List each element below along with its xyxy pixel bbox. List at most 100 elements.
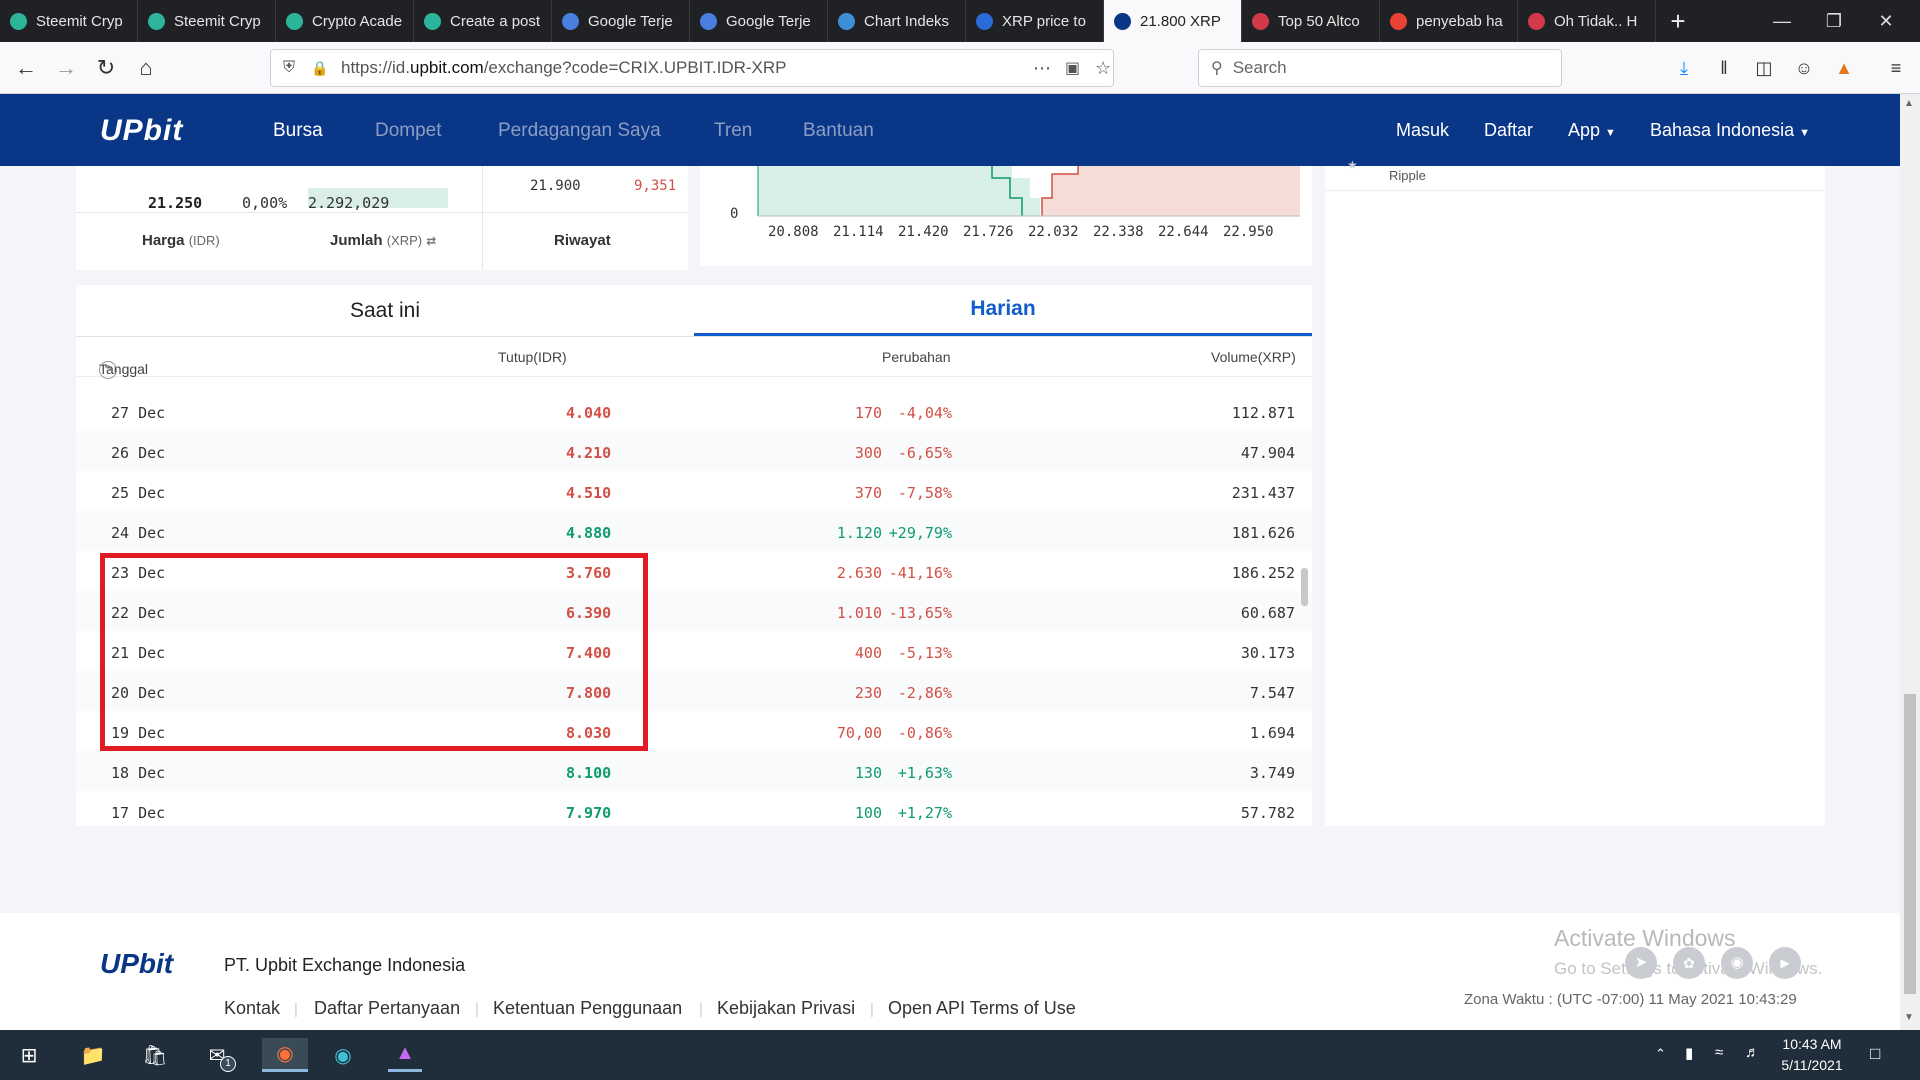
volume-icon[interactable]: ♬ xyxy=(1745,1044,1760,1061)
footer-link-api-terms[interactable]: Open API Terms of Use xyxy=(888,998,1076,1019)
help-icon[interactable]: ? xyxy=(99,361,117,379)
footer-link-faq[interactable]: Daftar Pertanyaan xyxy=(314,998,460,1019)
clock-date[interactable]: 5/11/2021 xyxy=(1772,1057,1852,1073)
browser-tab[interactable]: Steemit Cryp xyxy=(138,0,276,42)
browser-tab[interactable]: Top 50 Altco xyxy=(1242,0,1380,42)
menu-bantuan[interactable]: Bantuan xyxy=(803,120,874,142)
tab-favicon-icon xyxy=(700,12,717,30)
bid-area xyxy=(758,166,1040,216)
row-change-abs: 300 xyxy=(854,444,882,462)
browser-tab[interactable]: penyebab ha xyxy=(1380,0,1518,42)
browser-tab[interactable]: Steemit Cryp xyxy=(0,0,138,42)
twitter-icon[interactable]: ✿ xyxy=(1673,947,1705,979)
hamburger-menu-icon[interactable]: ≡ xyxy=(1882,54,1910,82)
browser-tab[interactable]: XRP price to xyxy=(966,0,1104,42)
pocket-icon[interactable]: ▣ xyxy=(1065,58,1080,78)
footer-link-privacy[interactable]: Kebijakan Privasi xyxy=(717,998,855,1019)
url-bar[interactable]: ⛨ 🔒 https://id.upbit.com/exchange?code=C… xyxy=(270,49,1114,87)
telegram-icon[interactable]: ➤ xyxy=(1625,947,1657,979)
edge-icon[interactable]: ◉ xyxy=(326,1038,360,1072)
menu-bursa[interactable]: Bursa xyxy=(273,120,323,142)
menu-perdagangan-saya[interactable]: Perdagangan Saya xyxy=(498,120,661,142)
tab-daily[interactable]: Harian xyxy=(694,285,1312,336)
bookmark-star-icon[interactable]: ☆ xyxy=(1095,58,1111,79)
more-dots-icon[interactable]: ⋯ xyxy=(1033,58,1051,79)
login-link[interactable]: Masuk xyxy=(1396,120,1449,141)
url-path: /exchange?code=CRIX.UPBIT.IDR-XRP xyxy=(483,58,787,77)
search-input[interactable]: ⚲ Search xyxy=(1198,49,1562,87)
ask-price: 21.900 xyxy=(530,178,581,194)
row-date: 24 Dec xyxy=(111,524,166,542)
table-header: Tanggal ? Tutup(IDR) Perubahan Volume(XR… xyxy=(76,337,1312,379)
scroll-down-icon[interactable]: ▼ xyxy=(1904,1012,1914,1023)
chevron-up-icon[interactable]: ⌃ xyxy=(1655,1046,1666,1062)
browser-tab[interactable]: Chart Indeks xyxy=(828,0,966,42)
browser-tab[interactable]: Create a post xyxy=(414,0,552,42)
new-tab-button[interactable]: + xyxy=(1656,0,1700,42)
home-icon[interactable]: ⌂ xyxy=(130,52,162,84)
menu-dompet[interactable]: Dompet xyxy=(375,120,442,142)
language-dropdown[interactable]: Bahasa Indonesia ▼ xyxy=(1650,120,1810,141)
browser-tab[interactable]: Google Terje xyxy=(690,0,828,42)
depth-chart-svg xyxy=(757,166,1300,217)
table-row[interactable]: 26 Dec 4.210 300 -6,65% 47.904 xyxy=(76,431,1312,471)
upbit-logo[interactable]: UPbit xyxy=(100,114,183,148)
register-link[interactable]: Daftar xyxy=(1484,120,1533,141)
tab-label: Top 50 Altco xyxy=(1278,12,1360,30)
download-icon[interactable]: ⤓ xyxy=(1670,54,1698,82)
wifi-icon[interactable]: ≈ xyxy=(1715,1044,1723,1061)
row-volume: 186.252 xyxy=(1231,564,1295,582)
scroll-thumb[interactable] xyxy=(1904,694,1916,994)
col-header-amount[interactable]: Jumlah (XRP) ⇄ xyxy=(330,232,436,249)
forward-arrow-icon[interactable]: → xyxy=(50,52,82,84)
browser-tab[interactable]: Oh Tidak.. H xyxy=(1518,0,1656,42)
sidebar-icon[interactable]: ◫ xyxy=(1750,54,1778,82)
tab-current[interactable]: Saat ini xyxy=(76,285,694,336)
browser-tab[interactable]: 21.800 XRP xyxy=(1104,0,1242,42)
library-icon[interactable]: ‖ xyxy=(1710,54,1738,82)
url-prefix: https://id. xyxy=(341,58,410,77)
back-arrow-icon[interactable]: ← xyxy=(10,52,42,84)
x-tick-label: 20.808 xyxy=(768,224,819,240)
footer-link-terms[interactable]: Ketentuan Penggunaan xyxy=(493,998,682,1019)
browser-tab[interactable]: Google Terje xyxy=(552,0,690,42)
url-domain: upbit.com xyxy=(409,58,484,77)
instagram-icon[interactable]: ◉ xyxy=(1721,947,1753,979)
footer-link-kontak[interactable]: Kontak xyxy=(224,998,280,1019)
depth-chart: 0 20.808 21.114 21.420 21.726 22.032 22.338 22… xyxy=(700,166,1312,266)
footer-logo[interactable]: UPbit xyxy=(100,948,173,980)
menu-tren[interactable]: Tren xyxy=(714,120,752,142)
swap-icon[interactable]: ⇄ xyxy=(426,234,436,248)
firefox-icon[interactable]: ◉ xyxy=(262,1038,308,1072)
notification-icon[interactable]: □ xyxy=(1870,1044,1880,1064)
restore-icon[interactable]: ❐ xyxy=(1812,0,1856,42)
table-row[interactable]: 27 Dec 4.040 170 -4,04% 112.871 xyxy=(76,391,1312,431)
metamask-icon[interactable]: ▲ xyxy=(1830,54,1858,82)
app-drop-icon[interactable]: ▲ xyxy=(388,1038,422,1072)
mail-icon[interactable]: ✉ 1 xyxy=(200,1038,236,1072)
table-scrollbar[interactable] xyxy=(1301,568,1308,606)
table-row[interactable]: 18 Dec 8.100 130 +1,63% 3.749 xyxy=(76,751,1312,791)
close-window-icon[interactable]: ✕ xyxy=(1864,0,1908,42)
table-row[interactable]: 24 Dec 4.880 1.120 +29,79% 181.626 xyxy=(76,511,1312,551)
browser-tab[interactable]: Crypto Acade xyxy=(276,0,414,42)
scroll-up-icon[interactable]: ▲ xyxy=(1904,98,1914,109)
page-scrollbar[interactable]: ▲ ▼ xyxy=(1900,94,1920,1030)
file-explorer-icon[interactable]: 📁 xyxy=(76,1038,110,1072)
minimize-icon[interactable]: — xyxy=(1760,0,1804,42)
tab-favicon-icon xyxy=(1252,12,1269,30)
account-icon[interactable]: ☺ xyxy=(1790,54,1818,82)
table-row[interactable]: 25 Dec 4.510 370 -7,58% 231.437 xyxy=(76,471,1312,511)
favorite-star-icon[interactable]: ★ xyxy=(1347,158,1358,172)
app-dropdown[interactable]: App ▼ xyxy=(1568,120,1616,141)
reload-icon[interactable]: ↻ xyxy=(90,52,122,84)
col-header-price[interactable]: Harga (IDR) xyxy=(142,232,220,249)
battery-icon[interactable]: ▮ xyxy=(1685,1044,1693,1062)
windows-start-icon[interactable]: ⊞ xyxy=(12,1038,46,1072)
table-row[interactable]: 17 Dec 7.970 100 +1,27% 57.782 xyxy=(76,791,1312,826)
youtube-icon[interactable]: ▶ xyxy=(1769,947,1801,979)
col-header-history[interactable]: Riwayat xyxy=(554,232,611,249)
store-icon[interactable]: 🛍 xyxy=(138,1038,172,1072)
row-volume: 57.782 xyxy=(1240,804,1295,822)
clock-time[interactable]: 10:43 AM xyxy=(1772,1036,1852,1052)
